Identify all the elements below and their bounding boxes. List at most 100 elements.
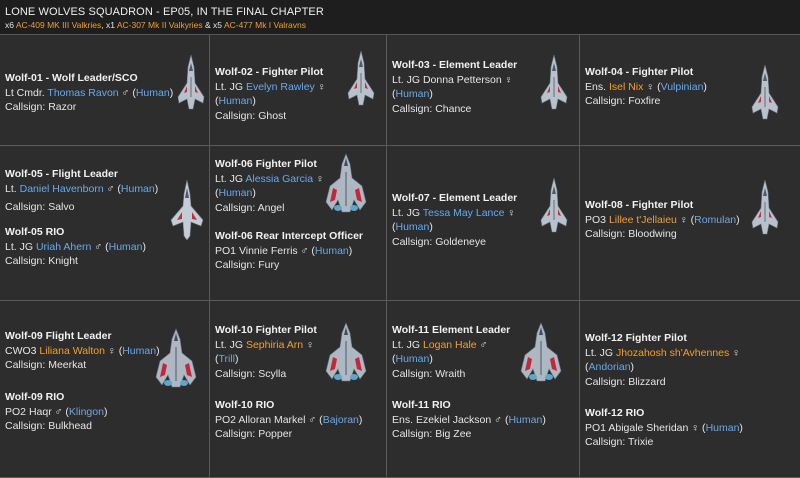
ship-count-3: & x5 bbox=[202, 20, 223, 30]
crew-name: Abigale Sheridan bbox=[608, 421, 689, 434]
gender-symbol: ♂ bbox=[308, 413, 317, 426]
crew-name-link[interactable]: Isel Nix bbox=[609, 81, 643, 93]
crew-name-link[interactable]: Logan Hale bbox=[423, 339, 477, 351]
crew-role: Wolf-06 Rear Intercept Officer bbox=[215, 230, 364, 242]
callsign-label: Callsign: bbox=[392, 428, 433, 440]
crew-block-secondary: Wolf-06 Rear Intercept Officer PO1 Vinni… bbox=[215, 229, 363, 273]
callsign-line: Callsign: Bulkhead bbox=[5, 419, 107, 434]
crew-identity-line: PO1 Abigale Sheridan ♀ (Human) bbox=[585, 421, 743, 434]
ship-complement-line: x6 AC-409 MK III Valkries, x1 AC-307 Mk … bbox=[5, 20, 306, 30]
callsign-value: Knight bbox=[48, 255, 78, 267]
callsign-label: Callsign: bbox=[392, 235, 433, 248]
ship-link-ac477[interactable]: AC-477 Mk I Valravns bbox=[224, 20, 306, 30]
crew-rank: Lt. JG bbox=[585, 346, 614, 359]
crew-role: Wolf-01 - Wolf Leader/SCO bbox=[5, 72, 138, 84]
species-link[interactable]: Human bbox=[109, 241, 143, 253]
species-link[interactable]: Bajoran bbox=[323, 414, 359, 426]
species-link[interactable]: Human bbox=[396, 88, 430, 100]
callsign-line: Callsign: Razor bbox=[5, 100, 173, 115]
species-link[interactable]: Human bbox=[706, 422, 740, 434]
species-link[interactable]: Human bbox=[315, 245, 349, 257]
crew-name-link[interactable]: Alessia Garcia bbox=[245, 173, 313, 185]
species-link[interactable]: Trill bbox=[219, 353, 236, 365]
callsign-line: Callsign: Chance bbox=[392, 102, 517, 117]
roster-cell-wolf-08: Wolf-08 - Fighter Pilot PO3 Lillee t'Jel… bbox=[580, 146, 800, 301]
crew-identity-line: PO2 Alloran Markel ♂ (Bajoran) bbox=[215, 413, 363, 426]
crew-rank: Lt. JG bbox=[215, 338, 244, 351]
crew-block-primary: Wolf-02 - Fighter Pilot Lt. JG Evelyn Ra… bbox=[215, 65, 326, 123]
crew-identity-line: PO1 Vinnie Ferris ♂ (Human) bbox=[215, 244, 353, 257]
crew-species-line: (Human) bbox=[392, 88, 433, 100]
callsign-label: Callsign: bbox=[392, 102, 433, 115]
valkyrie-fighter-icon bbox=[539, 176, 569, 234]
ship-link-ac409[interactable]: AC-409 MK III Valkries bbox=[16, 20, 101, 30]
species-link[interactable]: Vulpinian bbox=[661, 81, 704, 93]
species-link[interactable]: Klingon bbox=[69, 406, 104, 418]
species-link[interactable]: Human bbox=[219, 95, 253, 107]
species-link[interactable]: Human bbox=[219, 187, 253, 199]
crew-name-link[interactable]: Jhozahosh sh'Avhennes bbox=[616, 347, 729, 359]
crew-block-primary: Wolf-01 - Wolf Leader/SCO Lt Cmdr. Thoma… bbox=[5, 71, 173, 115]
callsign-value: Angel bbox=[257, 201, 285, 214]
callsign-value: Scylla bbox=[258, 367, 287, 380]
crew-name-link[interactable]: Daniel Havenborn bbox=[20, 183, 104, 195]
valkyrie-fighter-icon bbox=[750, 63, 780, 121]
species-link[interactable]: Andorian bbox=[589, 361, 631, 373]
crew-name-link[interactable]: Uriah Ahern bbox=[36, 241, 91, 253]
callsign-label: Callsign: bbox=[5, 101, 46, 113]
crew-block-primary: Wolf-10 Fighter Pilot Lt. JG Sephiria Ar… bbox=[215, 323, 317, 381]
crew-name: Haqr bbox=[28, 405, 52, 418]
crew-role: Wolf-08 - Fighter Pilot bbox=[585, 199, 694, 211]
callsign-line: Callsign: Meerkat bbox=[5, 358, 160, 373]
species-link[interactable]: Human bbox=[508, 414, 542, 426]
crew-name-link[interactable]: Sephiria Arn bbox=[246, 339, 303, 351]
gender-symbol: ♂ bbox=[106, 182, 115, 195]
crew-species-line: (Human) bbox=[215, 95, 256, 107]
species-link[interactable]: Human bbox=[396, 353, 430, 365]
crew-role: Wolf-05 - Flight Leader bbox=[5, 168, 118, 180]
ship-link-ac307[interactable]: AC-307 Mk II Valkyries bbox=[117, 20, 203, 30]
callsign-label: Callsign: bbox=[585, 436, 626, 448]
callsign-label: Callsign: bbox=[5, 359, 46, 371]
crew-block-secondary: Wolf-12 RIO PO1 Abigale Sheridan ♀ (Huma… bbox=[585, 406, 743, 450]
callsign-value: Chance bbox=[435, 102, 472, 115]
callsign-value: Big Zee bbox=[435, 428, 472, 440]
crew-rank: Lt. JG bbox=[5, 240, 34, 253]
callsign-line: Callsign: Trixie bbox=[585, 435, 743, 450]
crew-name-link[interactable]: Evelyn Rawley bbox=[246, 81, 315, 93]
crew-name-link[interactable]: Liliana Walton bbox=[39, 345, 105, 357]
crew-name-link[interactable]: Lillee t'Jellaieu bbox=[609, 214, 677, 226]
roster-cell-wolf-05: Wolf-05 - Flight Leader Lt. Daniel Haven… bbox=[0, 146, 210, 301]
crew-identity-line: Lt. JG Logan Hale ♂ bbox=[392, 338, 510, 353]
crew-identity-line: Ens. Isel Nix ♀ (Vulpinian) bbox=[585, 80, 707, 93]
crew-identity-line: Lt. JG Uriah Ahern ♂ (Human) bbox=[5, 240, 146, 253]
callsign-label: Callsign: bbox=[215, 201, 256, 214]
species-link[interactable]: Human bbox=[136, 87, 170, 99]
crew-rank: PO1 bbox=[215, 244, 237, 257]
crew-name-link[interactable]: Thomas Ravon bbox=[47, 87, 118, 99]
valkyrie-mk2-icon bbox=[168, 178, 206, 242]
crew-identity-line: Lt. JG Alessia Garcia ♀ bbox=[215, 172, 324, 187]
crew-role: Wolf-03 - Element Leader bbox=[392, 59, 518, 71]
crew-rank: Lt. JG bbox=[215, 80, 244, 93]
gender-symbol: ♀ bbox=[732, 346, 741, 359]
crew-rank: Lt. bbox=[5, 182, 17, 195]
species-link[interactable]: Human bbox=[396, 221, 430, 233]
crew-identity-line: Ens. Ezekiel Jackson ♂ (Human) bbox=[392, 413, 546, 426]
callsign-value: Meerkat bbox=[48, 359, 87, 371]
callsign-value: Razor bbox=[48, 101, 77, 113]
callsign-label: Callsign: bbox=[215, 367, 256, 380]
crew-role: Wolf-12 RIO bbox=[585, 407, 645, 419]
species-link[interactable]: Romulan bbox=[694, 214, 736, 226]
callsign-value: Foxfire bbox=[628, 95, 661, 107]
callsign-label: Callsign: bbox=[585, 375, 626, 388]
crew-identity-line: Lt Cmdr. Thomas Ravon ♂ (Human) bbox=[5, 86, 174, 99]
crew-name-link[interactable]: Tessa May Lance bbox=[423, 207, 505, 219]
callsign-line: Callsign: Fury bbox=[215, 258, 363, 273]
callsign-value: Bloodwing bbox=[628, 228, 677, 240]
crew-rank: PO2 bbox=[5, 405, 27, 418]
valkyrie-fighter-icon bbox=[346, 49, 376, 107]
species-link[interactable]: Human bbox=[121, 183, 155, 195]
crew-rank: PO1 bbox=[585, 421, 607, 434]
crew-rank: Lt. JG bbox=[215, 172, 244, 185]
